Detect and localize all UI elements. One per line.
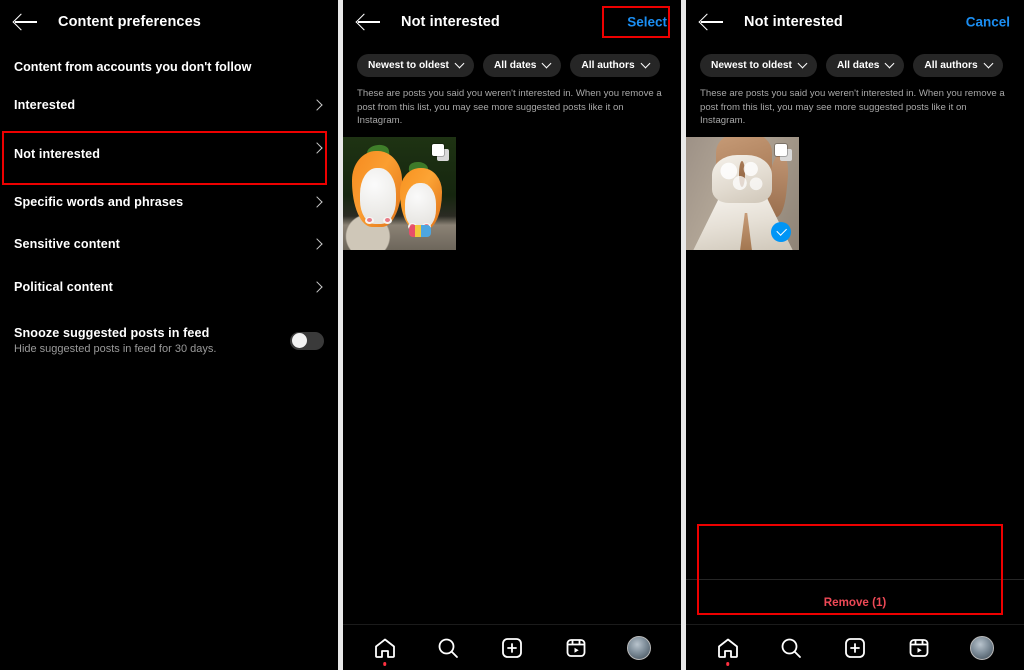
- nav-search-button[interactable]: [433, 633, 463, 663]
- nav-profile-button[interactable]: [624, 633, 654, 663]
- filter-dates[interactable]: All dates: [825, 54, 905, 77]
- chip-label: All authors: [581, 60, 635, 71]
- filter-authors[interactable]: All authors: [913, 54, 1003, 77]
- chip-label: All dates: [493, 60, 537, 71]
- nav-reels-button[interactable]: [904, 633, 934, 663]
- snooze-subtitle: Hide suggested posts in feed for 30 days…: [14, 343, 217, 355]
- post-grid: [686, 136, 1024, 250]
- filter-chips: Newest to oldest All dates All authors: [686, 44, 1024, 77]
- screenshot-stage: Content preferences Content from account…: [0, 0, 1024, 670]
- chevron-right-icon: [311, 238, 323, 250]
- panel-not-interested-list: Not interested Select Newest to oldest A…: [343, 0, 681, 670]
- row-label: Political content: [14, 279, 113, 294]
- chevron-down-icon: [983, 58, 994, 69]
- chip-label: All dates: [836, 60, 880, 71]
- filter-authors[interactable]: All authors: [570, 54, 660, 77]
- section-label: Content from accounts you don't follow: [14, 60, 252, 74]
- post-thumbnail[interactable]: [343, 136, 456, 250]
- arrow-left-icon[interactable]: [700, 11, 726, 33]
- panel3-header: Not interested Cancel: [686, 0, 1024, 44]
- bottom-navigation: [343, 624, 681, 670]
- chip-label: Newest to oldest: [711, 60, 792, 71]
- preferences-list: Interested Not interested Specific words…: [0, 84, 338, 308]
- row-label: Specific words and phrases: [14, 194, 184, 209]
- post-grid: [343, 136, 681, 250]
- filter-sort-order[interactable]: Newest to oldest: [357, 54, 474, 77]
- list-description: These are posts you said you weren't int…: [700, 88, 1005, 127]
- home-badge-dot: [726, 662, 730, 666]
- sidebar-item-sensitive-content[interactable]: Sensitive content: [0, 223, 338, 266]
- nav-profile-button[interactable]: [967, 633, 997, 663]
- row-label: Not interested: [14, 146, 101, 161]
- filter-chips: Newest to oldest All dates All authors: [343, 44, 681, 77]
- sidebar-item-specific-words[interactable]: Specific words and phrases: [0, 181, 338, 224]
- chevron-down-icon: [884, 58, 895, 69]
- nav-create-button[interactable]: [497, 633, 527, 663]
- snooze-title: Snooze suggested posts in feed: [14, 326, 210, 340]
- avatar: [627, 635, 652, 660]
- remove-button[interactable]: Remove (1): [686, 579, 1024, 624]
- panel-content-preferences: Content preferences Content from account…: [0, 0, 338, 670]
- chevron-right-icon: [311, 281, 323, 293]
- post-thumbnail[interactable]: [686, 136, 799, 250]
- panel-not-interested-selection: Not interested Cancel Newest to oldest A…: [686, 0, 1024, 670]
- chevron-right-icon: [311, 99, 323, 111]
- page-title: Not interested: [401, 14, 500, 30]
- chevron-down-icon: [640, 58, 651, 69]
- snooze-texts: Snooze suggested posts in feed Hide sugg…: [14, 326, 216, 355]
- sidebar-item-interested[interactable]: Interested: [0, 84, 338, 127]
- select-button[interactable]: Select: [627, 15, 667, 30]
- snooze-suggested-posts-row[interactable]: Snooze suggested posts in feed Hide sugg…: [0, 316, 338, 355]
- avatar: [970, 635, 995, 660]
- filter-dates[interactable]: All dates: [482, 54, 562, 77]
- nav-create-button[interactable]: [840, 633, 870, 663]
- snooze-toggle[interactable]: [290, 331, 324, 350]
- nav-home-button[interactable]: [713, 633, 743, 666]
- row-label: Sensitive content: [14, 237, 120, 252]
- sidebar-item-political-content[interactable]: Political content: [0, 266, 338, 309]
- check-circle-icon[interactable]: [771, 221, 791, 242]
- nav-home-button[interactable]: [370, 633, 400, 666]
- multi-post-icon: [432, 143, 449, 161]
- page-title: Not interested: [744, 14, 843, 30]
- chevron-down-icon: [454, 58, 465, 69]
- home-badge-dot: [383, 662, 387, 666]
- chevron-right-icon: [311, 141, 323, 154]
- chip-label: Newest to oldest: [368, 60, 449, 71]
- chevron-down-icon: [541, 58, 552, 69]
- arrow-left-icon[interactable]: [14, 11, 40, 33]
- row-label: Interested: [14, 98, 76, 113]
- arrow-left-icon[interactable]: [357, 11, 383, 33]
- chevron-down-icon: [797, 58, 808, 69]
- remove-button-label: Remove (1): [823, 595, 887, 609]
- bottom-navigation: [686, 624, 1024, 670]
- sidebar-item-not-interested[interactable]: Not interested: [0, 127, 338, 181]
- nav-search-button[interactable]: [776, 633, 806, 663]
- multi-post-icon: [775, 143, 792, 161]
- page-title: Content preferences: [58, 14, 201, 30]
- nav-reels-button[interactable]: [561, 633, 591, 663]
- filter-sort-order[interactable]: Newest to oldest: [700, 54, 817, 77]
- chip-label: All authors: [924, 60, 978, 71]
- panel1-header: Content preferences: [0, 0, 338, 44]
- chevron-right-icon: [311, 196, 323, 208]
- list-description: These are posts you said you weren't int…: [357, 88, 662, 127]
- cancel-button[interactable]: Cancel: [966, 15, 1010, 30]
- panel2-header: Not interested Select: [343, 0, 681, 44]
